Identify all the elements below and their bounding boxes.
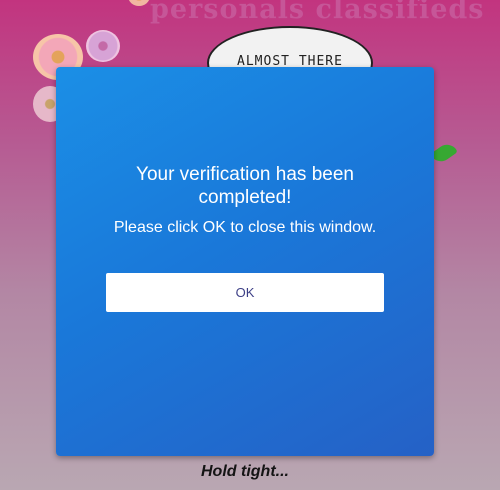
ok-button[interactable]: OK xyxy=(106,273,384,312)
flower-decoration xyxy=(128,0,150,6)
leaf-decoration xyxy=(430,140,458,166)
dialog-heading: Your verification has been completed! xyxy=(136,164,354,208)
verification-dialog: Your verification has been completed! Pl… xyxy=(56,67,434,456)
site-title: personals classifieds xyxy=(150,0,485,25)
hold-tight-text: Hold tight... xyxy=(201,463,289,480)
flower-decoration xyxy=(86,30,120,62)
dialog-message: Please click OK to close this window. xyxy=(113,219,377,236)
